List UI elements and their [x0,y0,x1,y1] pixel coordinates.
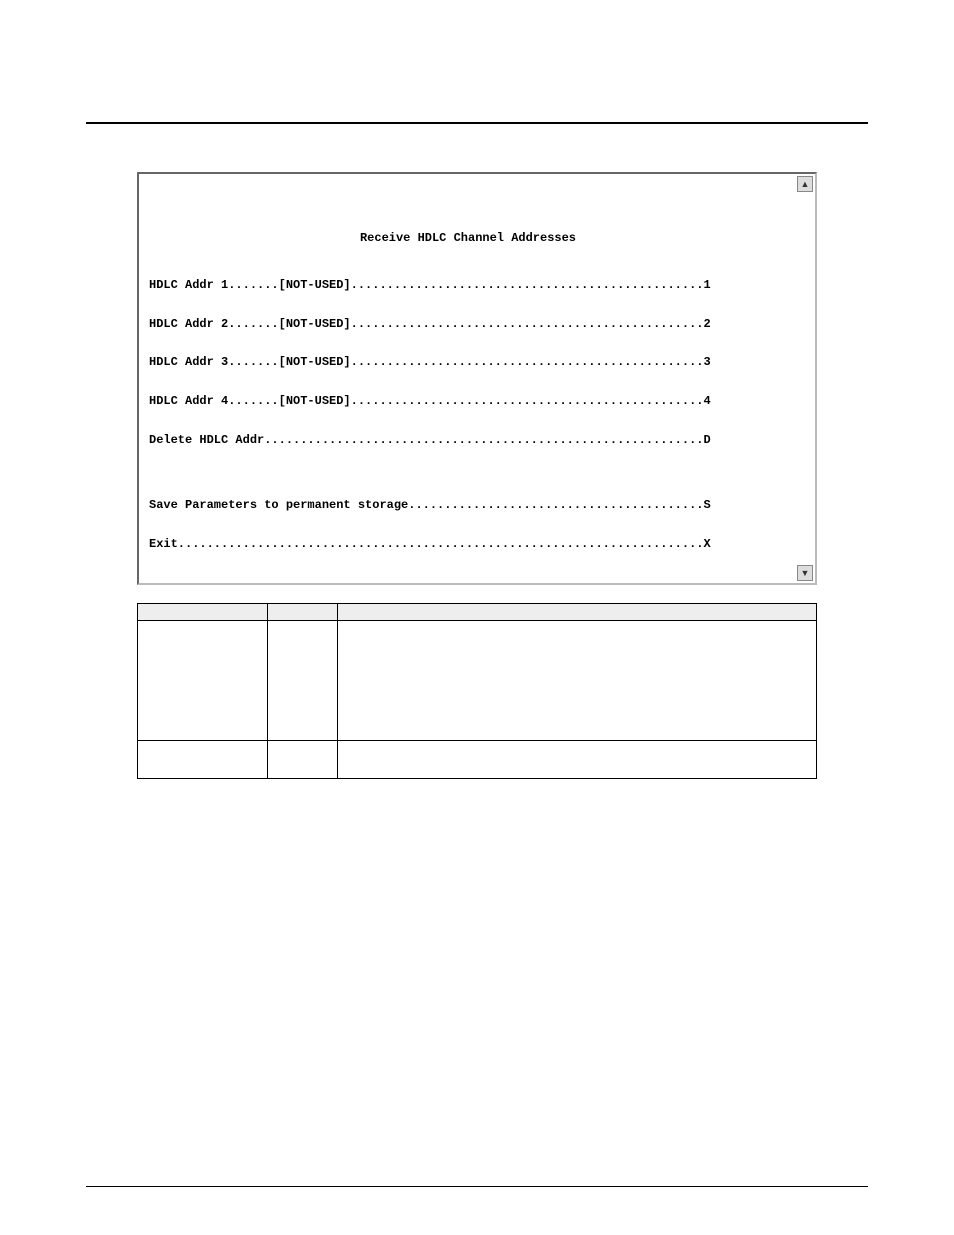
cell-description [338,620,817,740]
scrollbar[interactable]: ▲ ▼ [797,176,813,581]
header-rule [86,122,868,124]
cell-option [138,740,268,778]
table-header-default [268,603,338,620]
table-header-row [138,603,817,620]
cell-option [138,620,268,740]
table-row [138,620,817,740]
table-header-description [338,603,817,620]
chevron-down-icon: ▼ [801,568,810,578]
terminal-line: HDLC Addr 1.......[NOT-USED]............… [149,279,787,292]
scroll-down-button[interactable]: ▼ [797,565,813,581]
terminal-title: Receive HDLC Channel Addresses [149,232,787,245]
cell-default [268,620,338,740]
terminal-line: Save Parameters to permanent storage....… [149,499,787,512]
terminal-line: HDLC Addr 2.......[NOT-USED]............… [149,318,787,331]
cell-description [338,740,817,778]
scroll-up-button[interactable]: ▲ [797,176,813,192]
options-table [137,603,817,779]
terminal-line: Delete HDLC Addr........................… [149,434,787,447]
cell-default [268,740,338,778]
page-footer [86,1186,868,1193]
chevron-up-icon: ▲ [801,179,810,189]
terminal-line: HDLC Addr 3.......[NOT-USED]............… [149,356,787,369]
terminal-screenshot: ▲ ▼ Receive HDLC Channel Addresses HDLC … [137,172,817,585]
terminal-line: HDLC Addr 4.......[NOT-USED]............… [149,395,787,408]
terminal-line: Exit....................................… [149,538,787,551]
footer-rule [86,1186,868,1187]
table-row [138,740,817,778]
table-header-option [138,603,268,620]
